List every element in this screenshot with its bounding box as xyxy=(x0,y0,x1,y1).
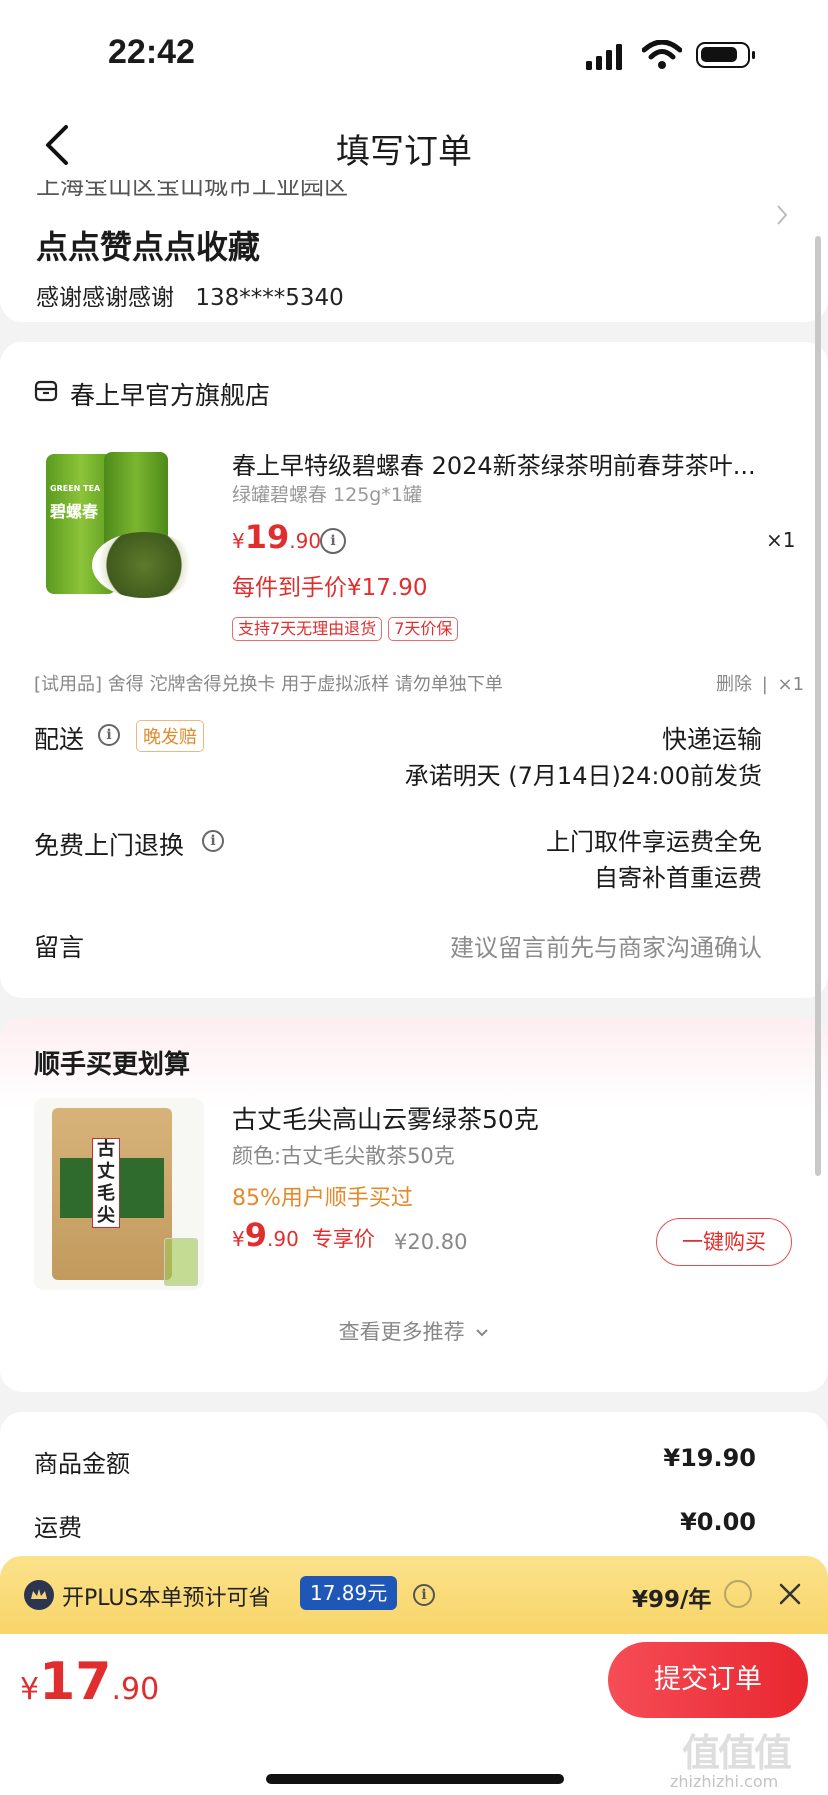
return-label: 免费上门退换 xyxy=(34,831,185,860)
recommend-item-users: 85%用户顺手买过 xyxy=(232,1186,413,1211)
product-image[interactable]: GREEN TEA 碧螺春 xyxy=(34,442,204,612)
rec-original-price: ¥20.80 xyxy=(394,1230,468,1254)
chevron-right-icon xyxy=(777,205,788,225)
goods-amount-value: ¥19.90 xyxy=(663,1444,756,1472)
delivery-label: 配送 xyxy=(34,725,85,754)
store-name[interactable]: 春上早官方旗舰店 xyxy=(70,376,270,412)
recommend-image-label: 古丈毛尖 xyxy=(92,1138,120,1228)
recommend-item-title[interactable]: 古丈毛尖高山云雾绿茶50克 xyxy=(232,1100,539,1136)
recommend-item-color: 颜色:古丈毛尖散茶50克 xyxy=(232,1144,455,1168)
total-dec: .90 xyxy=(111,1672,160,1707)
recommend-card: 顺手买更划算 古丈毛尖 古丈毛尖高山云雾绿茶50克 颜色:古丈毛尖散茶50克 8… xyxy=(0,1018,828,1392)
recommend-title: 顺手买更划算 xyxy=(34,1050,191,1080)
footer-bar: ¥17.90 提交订单 值值值 zhizhizhi.com xyxy=(0,1634,828,1795)
product-image-label-cn: 碧螺春 xyxy=(50,502,99,521)
product-price: ¥19.90 xyxy=(232,518,321,556)
plus-price: ¥99/年 xyxy=(632,1587,712,1613)
trial-qty: ×1 xyxy=(777,674,805,695)
product-image-label-en: GREEN TEA xyxy=(50,484,101,493)
watermark-url: zhizhizhi.com xyxy=(670,1772,779,1791)
shipping-value: ¥0.00 xyxy=(680,1508,756,1536)
price-symbol: ¥ xyxy=(232,529,245,553)
trial-divider: | xyxy=(761,674,768,695)
close-icon[interactable] xyxy=(778,1582,802,1606)
address-name: 点点赞点点收藏 xyxy=(36,228,261,266)
status-bar: 22:42 xyxy=(0,0,828,100)
see-more-recommend[interactable]: 查看更多推荐 xyxy=(0,1316,828,1346)
battery-icon xyxy=(696,42,755,68)
plus-crown-icon xyxy=(24,1580,54,1610)
recommend-price: ¥9.90 专享价 xyxy=(232,1216,375,1254)
final-price: 每件到手价¥17.90 xyxy=(232,575,428,601)
scrollbar[interactable] xyxy=(815,236,821,1176)
return-line2: 自寄补首重运费 xyxy=(594,864,762,892)
nav-header: 填写订单 xyxy=(0,100,828,190)
price-info-icon[interactable]: i xyxy=(320,528,346,554)
plus-info-icon[interactable]: i xyxy=(413,1584,435,1606)
one-click-buy-button[interactable]: 一键购买 xyxy=(656,1218,792,1266)
contact-name: 感谢感谢感谢 xyxy=(36,285,174,311)
rec-price-dec: .90 xyxy=(267,1227,299,1251)
delivery-promise: 承诺明天 (7月14日)24:00前发货 xyxy=(404,762,762,790)
delivery-info-icon[interactable]: i xyxy=(98,724,120,746)
rec-exclusive-label: 专享价 xyxy=(311,1227,375,1251)
delivery-method[interactable]: 快递运输 xyxy=(300,720,762,756)
return-tag: 支持7天无理由退货 xyxy=(232,617,383,641)
watermark-logo: 值值值 xyxy=(682,1722,792,1777)
total-symbol: ¥ xyxy=(20,1672,40,1707)
chevron-down-icon xyxy=(476,1329,489,1337)
product-quantity: ×1 xyxy=(766,528,796,552)
product-tags: 支持7天无理由退货 7天价保 xyxy=(232,617,464,641)
price-protect-tag: 7天价保 xyxy=(388,617,459,641)
order-card: 春上早官方旗舰店 GREEN TEA 碧螺春 春上早特级碧螺春 2024新茶绿茶… xyxy=(0,342,828,998)
contact-phone: 138****5340 xyxy=(195,285,344,311)
home-indicator xyxy=(266,1774,564,1784)
trial-item-text: [试用品] 舍得 沱牌舍得兑换卡 用于虚拟派样 请勿单独下单 xyxy=(34,674,503,695)
submit-order-button[interactable]: 提交订单 xyxy=(608,1642,808,1718)
see-more-label: 查看更多推荐 xyxy=(338,1320,465,1344)
trial-delete-button[interactable]: 删除 xyxy=(716,674,752,695)
watermark-cn: 值值值 xyxy=(682,1731,792,1775)
wifi-icon xyxy=(642,40,682,69)
plus-promo-bar[interactable]: 开PLUS本单预计可省 17.89元 i ¥99/年 xyxy=(0,1556,828,1634)
shipping-label: 运费 xyxy=(34,1514,82,1542)
page-title: 填写订单 xyxy=(336,132,472,172)
plus-save-amount: 17.89元 xyxy=(300,1576,398,1610)
late-compensation-badge: 晚发赔 xyxy=(136,720,204,752)
address-line: 上海宝山区宝山城市工业园区 xyxy=(36,180,348,200)
price-dec: .90 xyxy=(289,529,322,553)
contact-info: 感谢感谢感谢 138****5340 xyxy=(36,278,344,312)
recommend-item-image[interactable]: 古丈毛尖 xyxy=(34,1098,204,1290)
total-price: ¥17.90 xyxy=(20,1652,159,1712)
plus-text: 开PLUS本单预计可省 xyxy=(62,1586,271,1611)
price-int: 19 xyxy=(244,518,290,556)
store-icon xyxy=(34,380,58,402)
rec-price-int: 9 xyxy=(244,1216,267,1254)
note-input[interactable]: 建议留言前先与商家沟通确认 xyxy=(300,928,762,963)
plus-select-radio[interactable] xyxy=(724,1580,752,1608)
product-spec[interactable]: 绿罐碧螺春 125g*1罐 xyxy=(232,480,422,507)
rec-price-symbol: ¥ xyxy=(232,1227,245,1251)
goods-amount-label: 商品金额 xyxy=(34,1450,130,1478)
note-label: 留言 xyxy=(34,933,85,962)
status-time: 22:42 xyxy=(108,33,195,71)
address-card[interactable]: 上海宝山区宝山城市工业园区 点点赞点点收藏 感谢感谢感谢 138****5340 xyxy=(0,180,828,322)
total-int: 17 xyxy=(39,1652,112,1712)
return-info-icon[interactable]: i xyxy=(202,830,224,852)
product-title[interactable]: 春上早特级碧螺春 2024新茶绿茶明前春芽茶叶... xyxy=(232,446,792,481)
return-line1: 上门取件享运费全免 xyxy=(546,828,762,856)
trial-actions: 删除 | ×1 xyxy=(716,670,804,696)
signal-icon xyxy=(586,44,622,70)
